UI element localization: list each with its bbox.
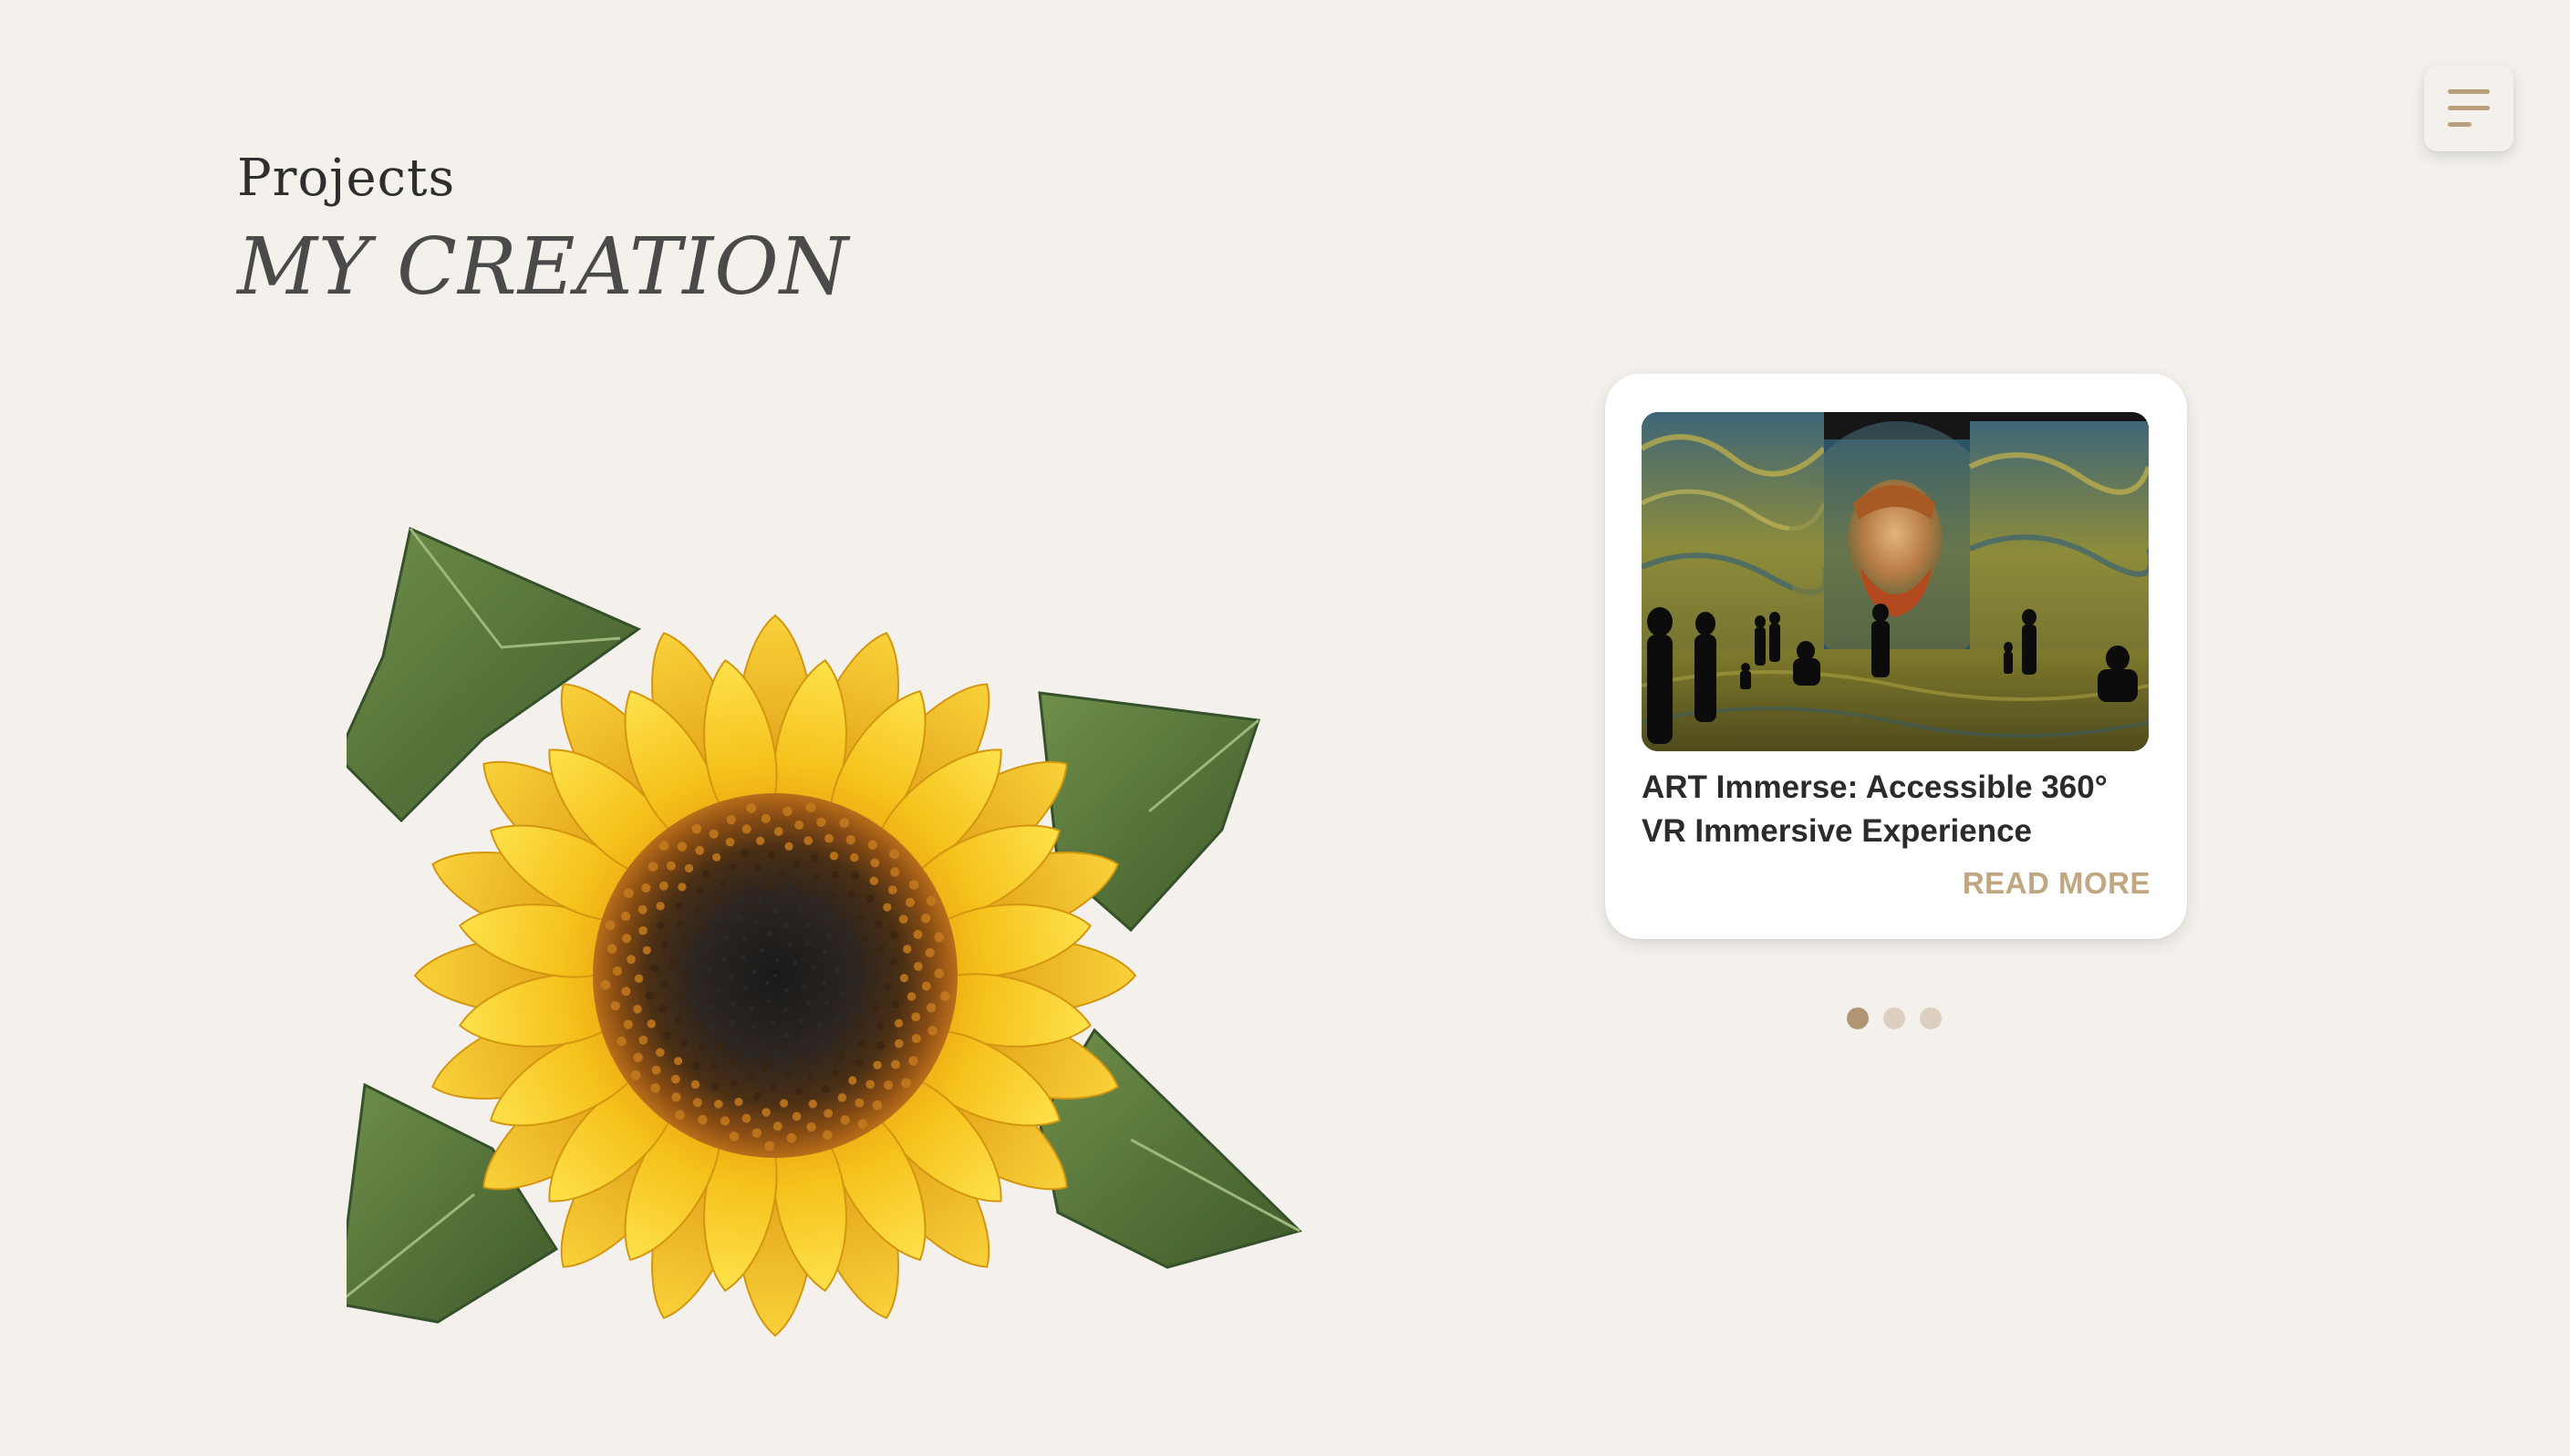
page-title: MY CREATION <box>237 222 849 313</box>
gallery-image <box>1642 412 2149 751</box>
hamburger-menu-bar <box>2448 106 2490 110</box>
project-thumbnail[interactable] <box>1642 412 2149 751</box>
pagination-dot-3[interactable] <box>1920 1007 1942 1029</box>
section-eyebrow: Projects <box>237 149 456 208</box>
pagination-dot-1[interactable] <box>1847 1007 1869 1029</box>
pagination-dot-2[interactable] <box>1883 1007 1905 1029</box>
sunflower-image <box>347 526 1302 1337</box>
hamburger-menu-bar <box>2448 122 2472 127</box>
hamburger-menu-icon <box>2448 89 2490 94</box>
menu-button[interactable] <box>2424 66 2513 151</box>
section-heading: Projects MY CREATION <box>237 149 849 313</box>
project-card[interactable]: ART Immerse: Accessible 360° VR Immersiv… <box>1605 374 2187 939</box>
project-title[interactable]: ART Immerse: Accessible 360° VR Immersiv… <box>1642 766 2152 853</box>
read-more-link[interactable]: READ MORE <box>1963 866 2150 901</box>
